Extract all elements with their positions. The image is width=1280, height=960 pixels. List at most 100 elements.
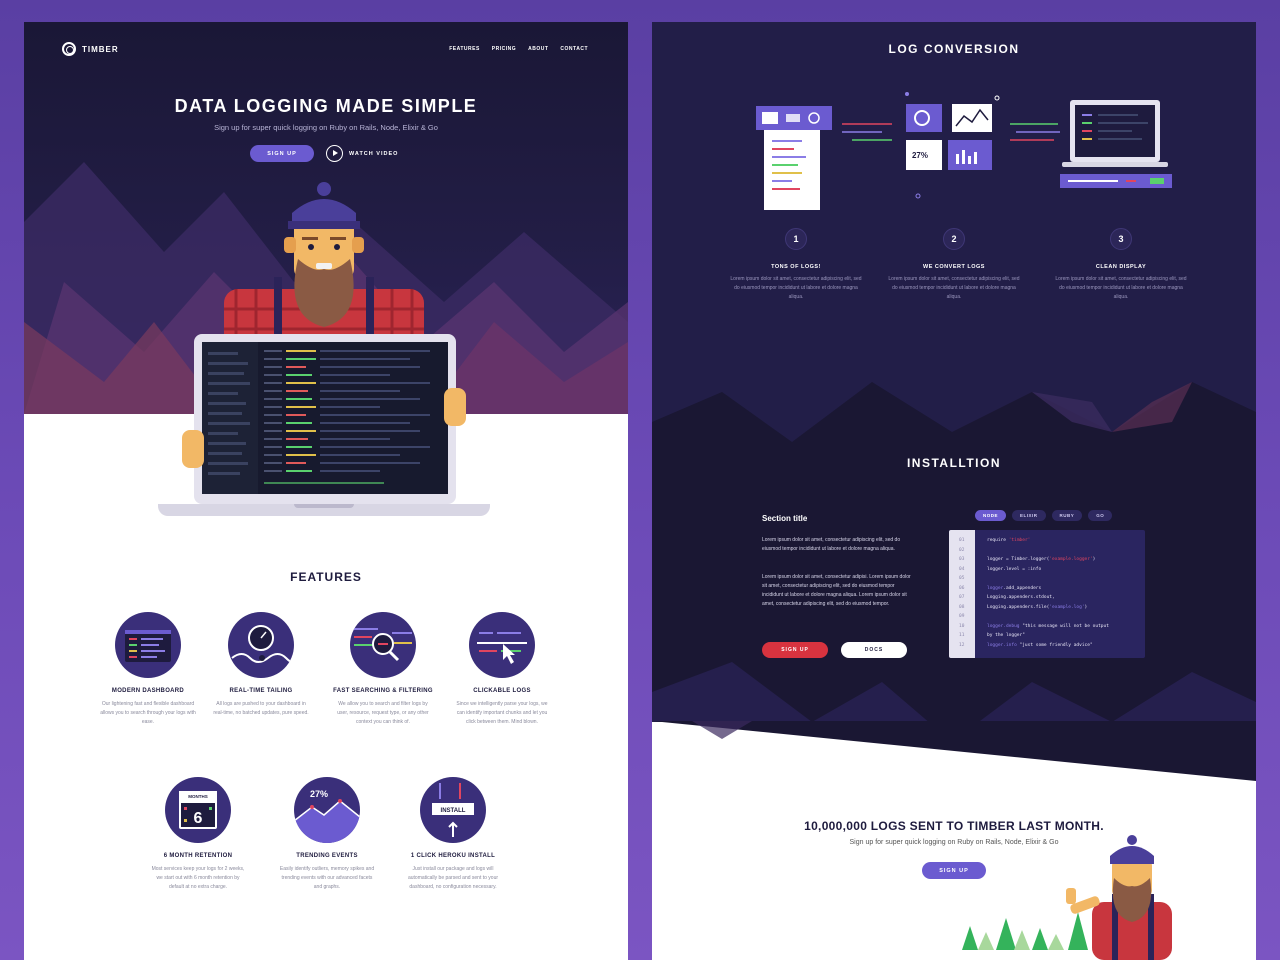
timber-logo-icon [62,42,76,56]
calendar-label: MONTHS [188,794,208,799]
step-name: CLEAN DISPLAY [1095,264,1147,270]
step-number: 1 [785,228,807,250]
feature-6-month-retention: MONTHS 6 6 MONTH RETENTION Most services … [131,777,265,892]
dashboard-icon [115,612,181,678]
line-number: 08 [959,604,965,610]
search-icon [350,612,416,678]
left-hand [182,430,204,468]
nav-link-about[interactable]: ABOUT [528,46,548,52]
step-name: TONS OF LOGS! [771,264,821,270]
step-desc: Lorem ipsum dolor sit amet, consectetur … [888,276,1020,300]
right-hand [444,388,466,426]
code-line: 05 [949,574,1145,583]
feature-name: 1 CLICK HEROKU INSTALL [410,853,496,859]
code-token: "this message will not be output [1022,623,1109,629]
brand-logo[interactable]: TIMBER [62,42,119,56]
conversion-stat: 27% [912,151,928,160]
code-text: Logging.appenders.file('example.log') [987,603,1087,612]
code-line: 09 [949,612,1145,621]
feature-desc: Just install our package and logs will a… [407,866,499,890]
feature-name: REAL-TIME TAILING [229,688,293,694]
nav-link-contact[interactable]: CONTACT [560,46,588,52]
line-number: 05 [959,576,965,581]
landing-page-right: LOG CONVERSION 27% 1 TONS OF LOGS! Lorem… [652,22,1256,960]
code-line: 07 Logging.appenders.stdout, [949,593,1145,602]
install-paragraph-1: Lorem ipsum dolor sit amet, consectetur … [762,537,901,552]
tab-elixir[interactable]: ELIXIR [1012,510,1046,521]
install-signup-button[interactable]: SIGN UP [762,642,828,658]
feature-desc: Most services keep your logs for 2 weeks… [151,866,245,890]
feature-trending-events: 27% TRENDING EVENTS Easily identify outl… [260,777,394,892]
code-text: Logging.appenders.stdout, [987,593,1055,602]
code-token: logger [987,585,1004,591]
code-token: 'timber' [1008,538,1031,543]
step-name: WE CONVERT LOGS [923,264,985,270]
code-line: 03 logger = Timber.logger('example.logger… [949,555,1145,564]
feature-heroku-install: INSTALL 1 CLICK HEROKU INSTALL Just inst… [386,777,520,892]
step-desc: Lorem ipsum dolor sit amet, consectetur … [730,276,862,300]
feature-name: TRENDING EVENTS [296,853,358,859]
nav-link-pricing[interactable]: PRICING [492,46,516,52]
tab-go[interactable]: GO [1088,510,1113,521]
hero-laptop [158,334,490,520]
tab-node[interactable]: NODE [975,510,1007,521]
hero-title: DATA LOGGING MADE SIMPLE [174,96,478,116]
install-section-title: Section title [762,514,808,523]
watch-video-button[interactable]: WATCH VIDEO [326,145,398,162]
top-nav: TIMBER FEATURES PRICING ABOUT CONTACT [62,42,588,62]
code-text: logger.debug "this message will not be o… [987,622,1109,631]
dashboard-screen [202,342,448,494]
feature-desc: Since we intelligently parse your logs, … [456,701,548,725]
code-text: logger.add_appenders [987,584,1041,593]
line-number: 09 [959,614,965,619]
step-number: 3 [1110,228,1132,250]
line-number: 02 [959,547,965,553]
code-token: require [987,538,1009,543]
clock-icon [228,612,294,678]
install-docs-button[interactable]: DOCS [841,642,907,658]
conversion-step-1: 1 TONS OF LOGS! Lorem ipsum dolor sit am… [716,228,876,302]
play-icon [326,145,343,162]
code-text: require 'timber' [987,536,1030,545]
code-line: 06 logger.add_appenders [949,584,1145,593]
landing-page-left: TIMBER FEATURES PRICING ABOUT CONTACT DA… [24,22,628,960]
line-number: 12 [959,642,965,648]
line-number: 04 [959,566,965,572]
installation-title: INSTALLTION [906,456,1002,470]
line-number: 06 [959,585,965,591]
feature-name: CLICKABLE LOGS [473,688,531,694]
code-line: 04 logger.level = :info [949,565,1145,574]
code-line: 10 logger.debug "this message will not be… [949,622,1145,631]
trend-icon: 27% [294,777,360,843]
tab-ruby[interactable]: RUBY [1051,510,1083,521]
hero-signup-button[interactable]: SIGN UP [250,145,314,162]
install-icon: INSTALL [420,777,486,843]
code-token: Logging.appenders.stdout, [987,595,1055,600]
code-line: 08 Logging.appenders.file('example.log') [949,603,1145,612]
nav-link-features[interactable]: FEATURES [449,46,480,52]
code-token: logger = Timber.logger( [987,557,1050,562]
lumberjack-illustration [224,182,424,347]
feature-clickable-logs: CLICKABLE LOGS Since we intelligently pa… [435,612,569,727]
log-conversion-title: LOG CONVERSION [888,42,1020,56]
feature-real-time-tailing: REAL-TIME TAILING All logs are pushed to… [194,612,328,718]
feature-desc: We allow you to search and filter logs b… [337,701,429,725]
code-line: 11 by the logger" [949,631,1145,640]
line-number: 01 [959,538,965,543]
step-number: 2 [943,228,965,250]
features-title: FEATURES [290,570,362,584]
feature-fast-searching: FAST SEARCHING & FILTERING We allow you … [316,612,450,727]
code-token: logger.debug [987,623,1023,629]
line-number: 07 [959,595,965,600]
cursor-icon [469,612,535,678]
code-token: logger.info [987,642,1020,648]
code-token: "just some friendly advice" [1019,642,1093,648]
code-token: by the logger" [987,633,1025,638]
brand-name: TIMBER [82,44,119,54]
code-token: logger.level = :info [987,566,1042,572]
code-line: 12 logger.info "just some friendly advice… [949,641,1145,650]
code-token: Logging.appenders.file( [987,604,1050,610]
language-tabs: NODE ELIXIR RUBY GO [975,510,1113,521]
code-token: ) [1092,557,1096,562]
code-text: logger.level = :info [987,565,1041,574]
